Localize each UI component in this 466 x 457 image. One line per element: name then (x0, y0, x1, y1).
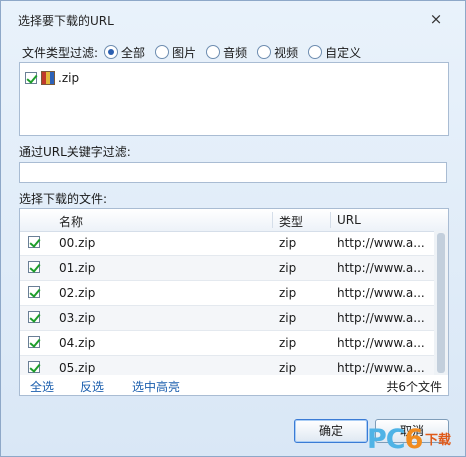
row-file-name: 01.zip (59, 261, 96, 275)
table-row[interactable]: 00.zip zip http://www.a... (20, 231, 434, 256)
row-checkbox[interactable] (28, 311, 40, 323)
row-file-name: 00.zip (59, 236, 96, 250)
column-divider[interactable] (330, 212, 331, 228)
file-list-footer: 全选 反选 选中高亮 共6个文件 (20, 375, 448, 395)
row-file-type: zip (279, 361, 297, 375)
row-file-url: http://www.a... (337, 336, 425, 350)
column-header-name[interactable]: 名称 (59, 213, 83, 230)
radio-video-indicator[interactable] (257, 45, 272, 59)
row-file-url: http://www.a... (337, 311, 425, 325)
radio-all-label: 全部 (121, 45, 146, 60)
watermark-pc: PC (367, 424, 406, 455)
file-type-checkbox[interactable] (25, 72, 37, 84)
title-bar: 选择要下载的URL × (1, 1, 465, 35)
scrollbar-thumb[interactable] (437, 233, 445, 373)
dialog-title: 选择要下载的URL (18, 14, 114, 28)
column-divider[interactable] (272, 212, 273, 228)
row-file-name: 05.zip (59, 361, 96, 375)
radio-custom-label: 自定义 (325, 45, 362, 60)
row-file-type: zip (279, 261, 297, 275)
close-icon[interactable]: × (426, 10, 446, 28)
file-rows: 00.zip zip http://www.a... 01.zip zip ht… (20, 231, 434, 381)
row-file-url: http://www.a... (337, 286, 425, 300)
radio-audio-indicator[interactable] (206, 45, 221, 59)
radio-video-label: 视频 (274, 45, 299, 60)
ok-button[interactable]: 确定 (294, 419, 368, 443)
select-all-link[interactable]: 全选 (30, 378, 54, 395)
row-file-name: 02.zip (59, 286, 96, 300)
type-filter-row: 文件类型过滤: 全部 图片 音频 视频 自定义 (22, 44, 371, 60)
row-file-type: zip (279, 311, 297, 325)
vertical-scrollbar[interactable] (434, 231, 448, 375)
invert-selection-link[interactable]: 反选 (80, 378, 104, 395)
row-checkbox[interactable] (28, 286, 40, 298)
file-list-table: 名称 类型 URL 00.zip zip http://www.a... 01.… (19, 208, 449, 396)
keyword-filter-label: 通过URL关键字过滤: (19, 145, 131, 159)
row-checkbox[interactable] (28, 261, 40, 273)
table-row[interactable]: 02.zip zip http://www.a... (20, 281, 434, 306)
radio-all[interactable]: 全部 (104, 44, 145, 61)
highlight-selected-link[interactable]: 选中高亮 (132, 378, 180, 395)
type-filter-label: 文件类型过滤: (22, 45, 99, 60)
row-checkbox[interactable] (28, 361, 40, 373)
file-type-item-zip[interactable]: .zip (25, 71, 79, 85)
row-file-url: http://www.a... (337, 361, 425, 375)
row-file-name: 04.zip (59, 336, 96, 350)
radio-images-indicator[interactable] (155, 45, 170, 59)
watermark-six: 6 (404, 424, 424, 455)
row-file-name: 03.zip (59, 311, 96, 325)
file-type-label: .zip (58, 71, 80, 85)
keyword-filter-input[interactable] (19, 162, 447, 183)
radio-images-label: 图片 (172, 45, 197, 60)
radio-audio[interactable]: 音频 (206, 44, 247, 61)
file-types-list: .zip (19, 62, 449, 136)
archive-icon (41, 71, 55, 85)
column-header-type[interactable]: 类型 (279, 213, 303, 230)
watermark-text: 下载 (425, 433, 452, 448)
row-file-type: zip (279, 236, 297, 250)
radio-custom-indicator[interactable] (308, 45, 323, 59)
row-checkbox[interactable] (28, 236, 40, 248)
download-url-dialog: 选择要下载的URL × 文件类型过滤: 全部 图片 音频 视频 自定义 .zip… (0, 0, 466, 457)
radio-all-indicator[interactable] (104, 45, 119, 59)
row-checkbox[interactable] (28, 336, 40, 348)
column-header-url[interactable]: URL (337, 213, 361, 227)
row-file-url: http://www.a... (337, 261, 425, 275)
table-row[interactable]: 03.zip zip http://www.a... (20, 306, 434, 331)
files-label: 选择下载的文件: (19, 192, 108, 206)
file-count: 共6个文件 (386, 380, 442, 394)
table-row[interactable]: 01.zip zip http://www.a... (20, 256, 434, 281)
row-file-url: http://www.a... (337, 236, 425, 250)
radio-custom[interactable]: 自定义 (308, 44, 361, 61)
row-file-type: zip (279, 286, 297, 300)
table-row[interactable]: 04.zip zip http://www.a... (20, 331, 434, 356)
radio-video[interactable]: 视频 (257, 44, 298, 61)
watermark-logo: PC6 (367, 424, 424, 455)
row-file-type: zip (279, 336, 297, 350)
radio-audio-label: 音频 (223, 45, 248, 60)
table-header: 名称 类型 URL (20, 209, 448, 232)
radio-images[interactable]: 图片 (155, 44, 196, 61)
